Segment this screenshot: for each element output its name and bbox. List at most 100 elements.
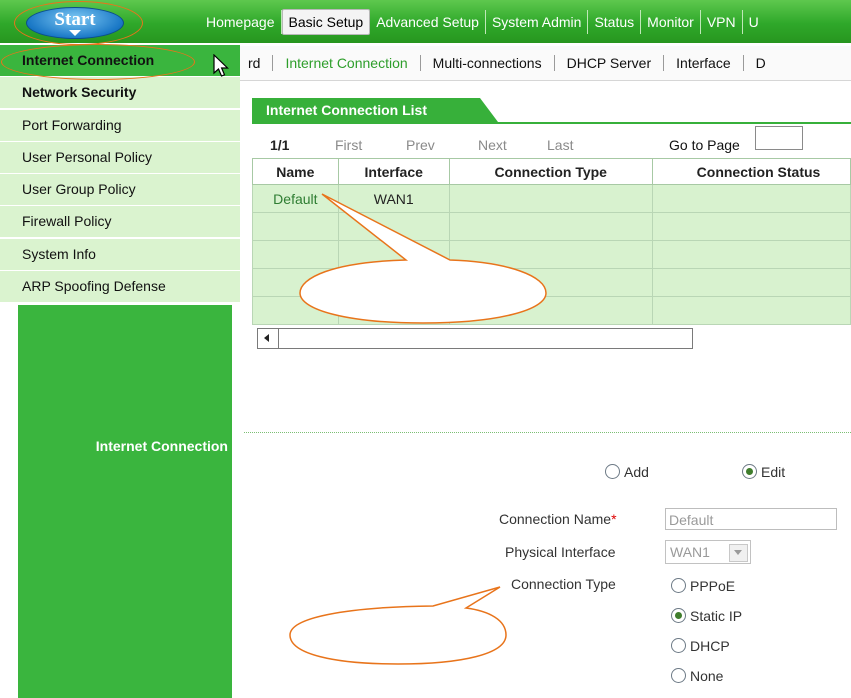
table-cell-name xyxy=(252,212,339,241)
table-cell-interface: WAN1 xyxy=(337,184,450,213)
top-nav-tabs: Homepage Basic Setup Advanced Setup Syst… xyxy=(200,9,765,35)
list-title-underline xyxy=(252,122,851,124)
column-header-name: Name xyxy=(252,158,339,185)
top-tab-status[interactable]: Status xyxy=(588,10,642,34)
table-header-row: Name Interface Connection Type Connectio… xyxy=(252,158,851,185)
column-header-interface: Interface xyxy=(337,158,450,185)
sidebar-item-label: User Personal Policy xyxy=(22,148,152,165)
physical-interface-value: WAN1 xyxy=(670,544,710,560)
top-tab-truncated[interactable]: U xyxy=(743,10,765,34)
sidebar-item-network-security[interactable]: Network Security xyxy=(0,77,240,109)
radio-off-icon xyxy=(671,638,686,653)
pager: 1/1 First Prev Next Last Go to Page xyxy=(255,126,851,156)
column-header-connection-type: Connection Type xyxy=(448,158,653,185)
sidebar-item-label: User Group Policy xyxy=(22,181,136,198)
first-page-link[interactable]: First xyxy=(335,137,362,153)
connection-name-label-text: Connection Name xyxy=(499,511,612,527)
table-cell-connection-status xyxy=(651,184,851,213)
table-cell-name xyxy=(252,268,339,297)
top-tab-monitor[interactable]: Monitor xyxy=(641,10,701,34)
table-cell-interface xyxy=(337,240,450,269)
table-cell-interface xyxy=(337,212,450,241)
sidebar-item-port-forwarding[interactable]: Port Forwarding xyxy=(0,109,240,141)
last-page-link[interactable]: Last xyxy=(547,137,573,153)
sidebar-item-label: System Info xyxy=(22,245,96,262)
mode-edit-label: Edit xyxy=(761,464,786,480)
table-cell-name xyxy=(252,240,339,269)
table-row[interactable]: Default WAN1 xyxy=(252,184,851,213)
goto-page-label: Go to Page xyxy=(669,137,740,153)
top-tab-system-admin[interactable]: System Admin xyxy=(486,10,589,34)
connection-type-option-label: DHCP xyxy=(690,638,730,654)
radio-off-icon xyxy=(671,578,686,593)
sub-tab-truncated-left[interactable]: rd xyxy=(240,55,274,71)
table-cell-interface xyxy=(337,296,450,325)
prev-page-link[interactable]: Prev xyxy=(406,137,435,153)
connection-name-input[interactable]: Default xyxy=(665,508,837,530)
sub-tab-truncated-right[interactable]: D xyxy=(744,55,778,71)
sidebar-item-user-personal-policy[interactable]: User Personal Policy xyxy=(0,141,240,173)
connection-type-pppoe-radio[interactable]: PPPoE xyxy=(671,578,735,594)
horizontal-scrollbar[interactable] xyxy=(257,328,693,349)
top-tab-basic-setup[interactable]: Basic Setup xyxy=(281,9,371,35)
scroll-left-icon[interactable] xyxy=(258,329,279,348)
sidebar: Internet Connection Network Security Por… xyxy=(0,45,240,303)
connection-table: Name Interface Connection Type Connectio… xyxy=(252,158,851,325)
mode-add-label: Add xyxy=(624,464,649,480)
sidebar-item-label: Network Security xyxy=(22,84,137,101)
sub-nav-tabs: rd Internet Connection Multi-connections… xyxy=(240,46,851,81)
table-cell-connection-type xyxy=(448,240,653,269)
physical-interface-select[interactable]: WAN1 xyxy=(665,540,751,564)
sub-tab-multi-connections[interactable]: Multi-connections xyxy=(421,55,555,71)
radio-on-icon xyxy=(742,464,757,479)
sidebar-panel-label: Internet Connection xyxy=(95,438,228,454)
column-header-connection-status: Connection Status xyxy=(651,158,851,185)
connection-type-option-label: PPPoE xyxy=(690,578,736,594)
table-cell-name xyxy=(252,296,339,325)
table-cell-connection-type xyxy=(448,296,653,325)
table-cell-interface xyxy=(337,268,450,297)
sidebar-item-system-info[interactable]: System Info xyxy=(0,238,240,270)
physical-interface-label: Physical Interface xyxy=(505,544,616,560)
mode-edit-radio[interactable]: Edit xyxy=(742,464,785,480)
mouse-pointer-icon xyxy=(213,54,229,77)
radio-off-icon xyxy=(671,668,686,683)
table-row xyxy=(252,268,851,297)
connection-type-dhcp-radio[interactable]: DHCP xyxy=(671,638,730,654)
table-cell-connection-type xyxy=(448,268,653,297)
table-cell-connection-type xyxy=(448,184,653,213)
table-row xyxy=(252,212,851,241)
connection-name-label: Connection Name* xyxy=(499,511,617,527)
sidebar-item-arp-spoofing-defense[interactable]: ARP Spoofing Defense xyxy=(0,271,240,303)
sidebar-item-label: Port Forwarding xyxy=(22,116,122,133)
top-tab-vpn[interactable]: VPN xyxy=(701,10,743,34)
radio-on-icon xyxy=(671,608,686,623)
start-highlight-ring xyxy=(14,1,143,45)
goto-page-input[interactable] xyxy=(755,126,803,150)
top-tab-advanced-setup[interactable]: Advanced Setup xyxy=(370,10,486,34)
radio-off-icon xyxy=(605,464,620,479)
sidebar-item-firewall-policy[interactable]: Firewall Policy xyxy=(0,206,240,238)
callout-bubble-bottom xyxy=(289,586,507,665)
connection-type-option-label: Static IP xyxy=(690,608,743,624)
required-mark: * xyxy=(611,511,617,527)
connection-type-none-radio[interactable]: None xyxy=(671,668,723,684)
mode-add-radio[interactable]: Add xyxy=(605,464,649,480)
connection-type-static-ip-radio[interactable]: Static IP xyxy=(671,608,742,624)
sub-tab-interface[interactable]: Interface xyxy=(664,55,744,71)
sidebar-item-label: ARP Spoofing Defense xyxy=(22,278,166,295)
sub-tab-internet-connection[interactable]: Internet Connection xyxy=(273,55,421,71)
table-row xyxy=(252,296,851,325)
connection-type-option-label: None xyxy=(690,668,724,684)
sidebar-item-user-group-policy[interactable]: User Group Policy xyxy=(0,174,240,206)
chevron-down-icon[interactable] xyxy=(729,544,748,562)
table-cell-connection-status xyxy=(651,268,851,297)
connection-type-label: Connection Type xyxy=(511,576,616,592)
table-cell-name[interactable]: Default xyxy=(252,184,339,213)
top-tab-homepage[interactable]: Homepage xyxy=(200,10,282,34)
table-cell-connection-type xyxy=(448,212,653,241)
sidebar-panel: Internet Connection xyxy=(18,305,232,698)
page-indicator: 1/1 xyxy=(270,137,290,153)
next-page-link[interactable]: Next xyxy=(478,137,507,153)
sub-tab-dhcp-server[interactable]: DHCP Server xyxy=(555,55,665,71)
